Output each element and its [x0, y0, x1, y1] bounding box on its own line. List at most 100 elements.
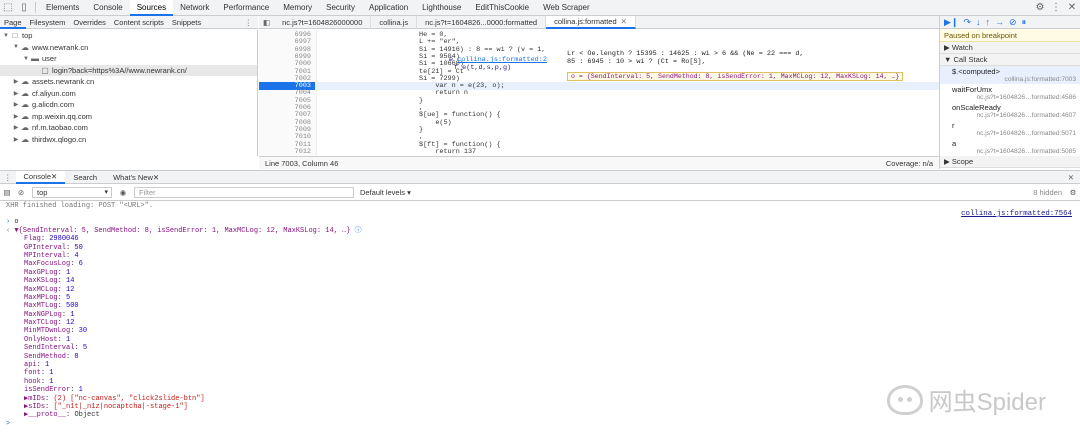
- step-over-icon[interactable]: ↷: [963, 17, 971, 28]
- call-frame[interactable]: r nc.js?t=1604826…formatted:5071: [940, 120, 1080, 138]
- object-property[interactable]: MaxMCLog: 12: [0, 286, 1080, 294]
- drawer-menu-icon[interactable]: ⋮: [0, 171, 16, 184]
- tree-item[interactable]: ▼ □ top: [0, 30, 257, 42]
- tree-item[interactable]: ▶ ☁ nf.m.taobao.com: [0, 122, 257, 134]
- console-filter-input[interactable]: Filter: [134, 187, 354, 198]
- navigator-tab-content-scripts[interactable]: Content scripts: [110, 16, 168, 29]
- object-property[interactable]: font: 1: [0, 369, 1080, 377]
- deactivate-breakpoints-icon[interactable]: ⊘: [1009, 17, 1017, 28]
- object-property[interactable]: MaxFocusLog: 6: [0, 260, 1080, 268]
- object-property[interactable]: MaxNGPLog: 1: [0, 311, 1080, 319]
- scope-section[interactable]: ▶ Scope: [940, 156, 1080, 168]
- gear-icon[interactable]: ⚙: [1032, 0, 1048, 16]
- tab-sources[interactable]: Sources: [129, 0, 174, 16]
- object-property[interactable]: GPInterval: 50: [0, 244, 1080, 252]
- tree-arrow-icon[interactable]: ▼: [12, 44, 20, 50]
- tree-item[interactable]: ▢ login?back=https%3A//www.newrank.cn/: [0, 64, 257, 76]
- object-property[interactable]: MaxGPLog: 1: [0, 269, 1080, 277]
- navigator-tab-filesystem[interactable]: Filesystem: [26, 16, 70, 29]
- inspect-element-icon[interactable]: ⬚: [0, 0, 16, 16]
- drawer-tab-console[interactable]: Console ✕: [15, 170, 66, 184]
- navigator-tab-overrides[interactable]: Overrides: [69, 16, 110, 29]
- resume-icon[interactable]: ▶❙: [944, 17, 958, 28]
- more-menu-icon[interactable]: ⋮: [1048, 0, 1064, 16]
- tab-web-scraper[interactable]: Web Scraper: [536, 0, 597, 16]
- object-summary[interactable]: ‹ ▼{SendInterval: 5, SendMethod: 8, isSe…: [0, 227, 1080, 235]
- drawer-tab-search[interactable]: Search: [65, 171, 105, 184]
- tree-item[interactable]: ▼ ▬ user: [0, 53, 257, 65]
- tab-security[interactable]: Security: [319, 0, 362, 16]
- line-number[interactable]: 7012: [259, 148, 315, 156]
- tab-memory[interactable]: Memory: [276, 0, 319, 16]
- object-property[interactable]: MaxMPLog: 5: [0, 294, 1080, 302]
- object-property[interactable]: MaxMTLog: 500: [0, 302, 1080, 310]
- object-property[interactable]: MaxTCLog: 12: [0, 319, 1080, 327]
- sidebar-toggle-icon[interactable]: ▤: [0, 188, 14, 197]
- object-property[interactable]: OnlyHost: 1: [0, 336, 1080, 344]
- tab-network[interactable]: Network: [173, 0, 216, 16]
- navigator-tab-page[interactable]: Page: [0, 16, 26, 29]
- tab-application[interactable]: Application: [362, 0, 415, 16]
- editor-tab[interactable]: nc.js?t=1604826000000: [274, 15, 372, 29]
- call-frame[interactable]: waitForUmx nc.js?t=1604826…formatted:4586: [940, 84, 1080, 102]
- tab-elements[interactable]: Elements: [39, 0, 86, 16]
- tree-item[interactable]: ▶ ☁ mp.weixin.qq.com: [0, 111, 257, 123]
- tree-arrow-icon[interactable]: ▶: [12, 101, 20, 108]
- step-out-icon[interactable]: ↑: [986, 17, 991, 27]
- popover-source-link[interactable]: collina.js:formatted:2: [457, 56, 547, 64]
- tree-arrow-icon[interactable]: ▶: [12, 113, 20, 120]
- clear-console-icon[interactable]: ⊘: [14, 188, 28, 197]
- tab-console[interactable]: Console: [86, 0, 129, 16]
- call-frame[interactable]: onScaleReady nc.js?t=1604826…formatted:46…: [940, 102, 1080, 120]
- toggle-navigator-icon[interactable]: ◧: [259, 18, 274, 27]
- tree-arrow-icon[interactable]: ▶: [12, 90, 20, 97]
- object-property[interactable]: SendMethod: 8: [0, 353, 1080, 361]
- tree-arrow-icon[interactable]: ▼: [22, 56, 30, 62]
- object-property[interactable]: api: 1: [0, 361, 1080, 369]
- tab-editthiscookie[interactable]: EditThisCookie: [468, 0, 536, 16]
- log-levels-dropdown[interactable]: Default levels ▾: [360, 188, 411, 197]
- navigator-tab-snippets[interactable]: Snippets: [168, 16, 205, 29]
- tree-arrow-icon[interactable]: ▶: [12, 124, 20, 131]
- tree-item[interactable]: ▼ ☁ www.newrank.cn: [0, 42, 257, 54]
- step-into-icon[interactable]: ↓: [976, 17, 981, 27]
- console-prompt[interactable]: >: [0, 420, 1080, 428]
- drawer-tab-what-s-new[interactable]: What's New ✕: [105, 171, 167, 184]
- tree-item[interactable]: ▶ ☁ g.alicdn.com: [0, 99, 257, 111]
- info-icon[interactable]: ⓘ: [355, 227, 362, 235]
- context-selector[interactable]: top: [32, 187, 112, 198]
- device-toolbar-icon[interactable]: ▯: [16, 0, 32, 16]
- editor-tab[interactable]: collina.js:formatted ✕: [546, 15, 636, 29]
- object-property[interactable]: MinMTDwnLog: 30: [0, 327, 1080, 335]
- tree-item[interactable]: ▶ ☁ assets.newrank.cn: [0, 76, 257, 88]
- close-icon[interactable]: ✕: [1064, 0, 1080, 16]
- tree-arrow-icon[interactable]: ▶: [12, 136, 20, 143]
- console-settings-gear-icon[interactable]: ⚙: [1066, 188, 1080, 197]
- pause-exceptions-icon[interactable]: ⏸: [1022, 17, 1027, 28]
- close-icon[interactable]: ✕: [621, 15, 627, 28]
- object-property[interactable]: MaxKSLog: 14: [0, 277, 1080, 285]
- tree-item[interactable]: ▶ ☁ thirdwx.qlogo.cn: [0, 134, 257, 146]
- object-property[interactable]: SendInterval: 5: [0, 344, 1080, 352]
- tab-performance[interactable]: Performance: [216, 0, 276, 16]
- call-frame[interactable]: a nc.js?t=1604826…formatted:5085: [940, 138, 1080, 156]
- editor-tab[interactable]: collina.js: [371, 15, 418, 29]
- callstack-section[interactable]: ▼ Call Stack: [940, 54, 1080, 66]
- editor-tab[interactable]: nc.js?t=1604826...0000:formatted: [417, 15, 547, 29]
- close-icon[interactable]: ✕: [153, 171, 159, 184]
- tree-arrow-icon[interactable]: ▼: [2, 33, 10, 39]
- call-frame[interactable]: $.<computed> collina.js:formatted:7003: [940, 66, 1080, 84]
- eye-icon[interactable]: ◉: [116, 188, 130, 197]
- watch-section[interactable]: ▶ Watch: [940, 42, 1080, 54]
- close-icon[interactable]: ✕: [51, 170, 57, 183]
- tab-lighthouse[interactable]: Lighthouse: [415, 0, 468, 16]
- console-source-link[interactable]: collina.js:formatted:7564: [961, 210, 1072, 218]
- tree-item[interactable]: ▶ ☁ cf.aliyun.com: [0, 88, 257, 100]
- more-menu-icon[interactable]: ⋮: [245, 18, 259, 27]
- object-property[interactable]: MPInterval: 4: [0, 252, 1080, 260]
- object-property[interactable]: Flag: 2980046: [0, 235, 1080, 243]
- close-drawer-icon[interactable]: ✕: [1068, 173, 1080, 182]
- code-editor[interactable]: 6996 He = 0, 6997 L += "er", 6998 Si = 14916)…: [259, 30, 939, 156]
- tree-arrow-icon[interactable]: ▶: [12, 78, 20, 85]
- step-icon[interactable]: →: [995, 17, 1004, 27]
